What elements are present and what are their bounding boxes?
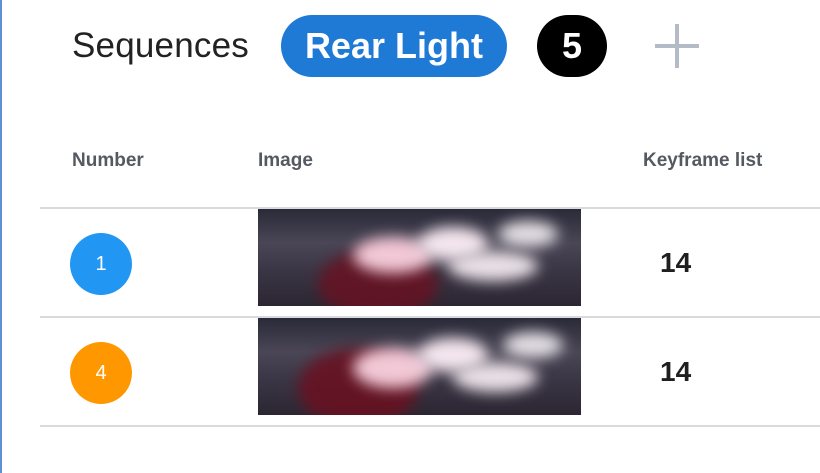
table-row[interactable]: 4 14 — [40, 318, 820, 426]
left-border — [0, 0, 2, 473]
header: Sequences Rear Light 5 — [72, 14, 699, 78]
sequence-thumbnail[interactable] — [258, 209, 581, 306]
sequence-thumbnail[interactable] — [258, 318, 581, 415]
keyframe-count: 14 — [660, 356, 692, 387]
keyframe-count: 14 — [660, 247, 692, 278]
column-header-keyframe-list: Keyframe list — [643, 150, 763, 171]
sequence-count-badge: 5 — [536, 15, 607, 77]
divider — [40, 425, 820, 427]
sequence-number-badge: 1 — [70, 233, 132, 295]
sequence-number-badge: 4 — [70, 342, 132, 404]
category-chip[interactable]: Rear Light — [280, 15, 507, 77]
column-header-image: Image — [258, 150, 313, 171]
page-title: Sequences — [72, 26, 249, 65]
column-header-number: Number — [72, 150, 144, 171]
table-row[interactable]: 1 14 — [40, 209, 820, 317]
plus-icon[interactable] — [654, 24, 699, 68]
